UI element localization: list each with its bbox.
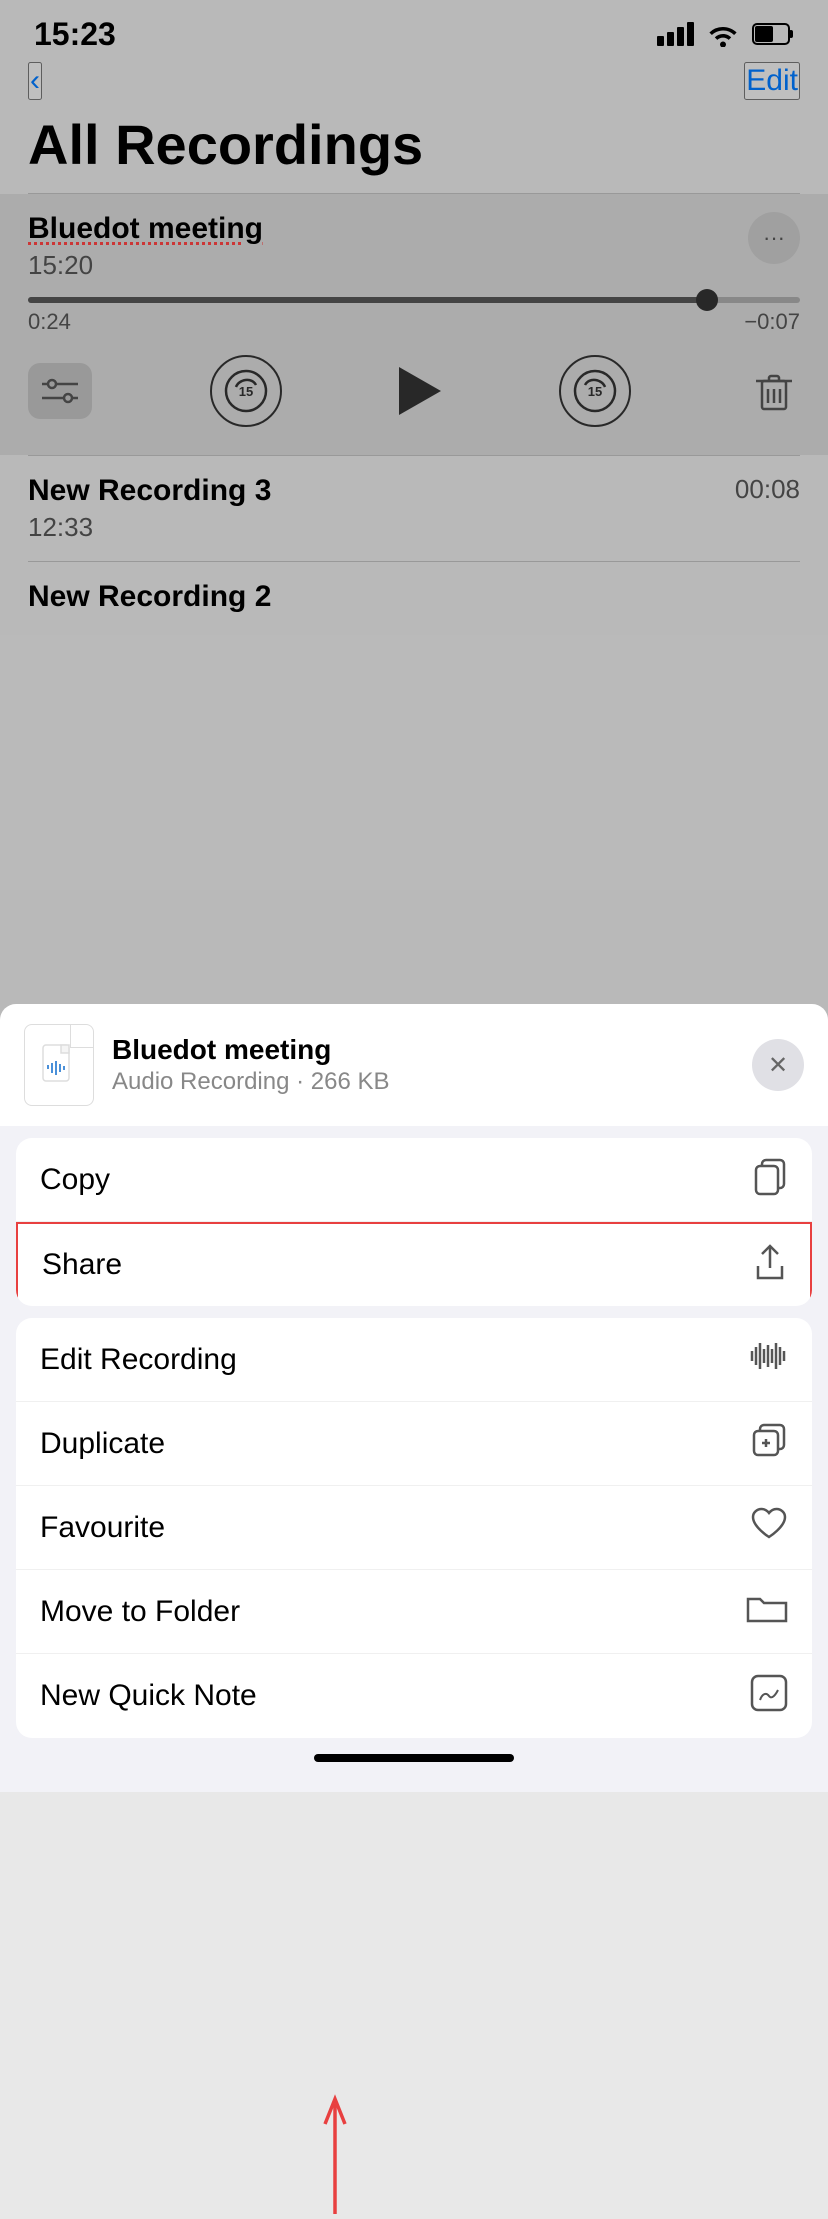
menu-item-copy-label: Copy [40, 1163, 110, 1197]
bottom-sheet: Bluedot meeting Audio Recording · 266 KB… [0, 1004, 828, 1792]
folder-icon [746, 1591, 788, 1632]
file-icon [24, 1024, 94, 1106]
share-header: Bluedot meeting Audio Recording · 266 KB… [0, 1004, 828, 1126]
waveform-icon [746, 1339, 788, 1380]
note-icon [750, 1674, 788, 1719]
audio-file-icon [41, 1043, 77, 1087]
share-file-name: Bluedot meeting [112, 1034, 390, 1066]
menu-item-move-folder[interactable]: Move to Folder [16, 1570, 812, 1654]
share-close-button[interactable]: ✕ [752, 1039, 804, 1091]
menu-item-share-label: Share [42, 1248, 122, 1282]
duplicate-icon [750, 1421, 788, 1466]
copy-icon [752, 1156, 788, 1203]
menu-item-duplicate[interactable]: Duplicate [16, 1402, 812, 1486]
menu-item-quick-note-label: New Quick Note [40, 1679, 257, 1713]
menu-item-share[interactable]: Share [16, 1222, 812, 1306]
menu-item-edit-recording-label: Edit Recording [40, 1343, 237, 1377]
share-header-text: Bluedot meeting Audio Recording · 266 KB [112, 1034, 390, 1096]
share-icon [754, 1242, 786, 1289]
share-header-info: Bluedot meeting Audio Recording · 266 KB [24, 1024, 390, 1106]
menu-section-1: Copy Share [16, 1138, 812, 1306]
home-indicator [314, 1754, 514, 1762]
menu-item-copy[interactable]: Copy [16, 1138, 812, 1222]
menu-item-quick-note[interactable]: New Quick Note [16, 1654, 812, 1738]
share-file-meta: Audio Recording · 266 KB [112, 1068, 390, 1096]
menu-item-duplicate-label: Duplicate [40, 1427, 165, 1461]
heart-icon [750, 1507, 788, 1548]
red-arrow [320, 2094, 350, 2219]
menu-item-favourite[interactable]: Favourite [16, 1486, 812, 1570]
menu-section-2: Edit Recording Duplicate [16, 1318, 812, 1738]
menu-item-favourite-label: Favourite [40, 1511, 165, 1545]
menu-item-move-folder-label: Move to Folder [40, 1595, 240, 1629]
menu-item-edit-recording[interactable]: Edit Recording [16, 1318, 812, 1402]
